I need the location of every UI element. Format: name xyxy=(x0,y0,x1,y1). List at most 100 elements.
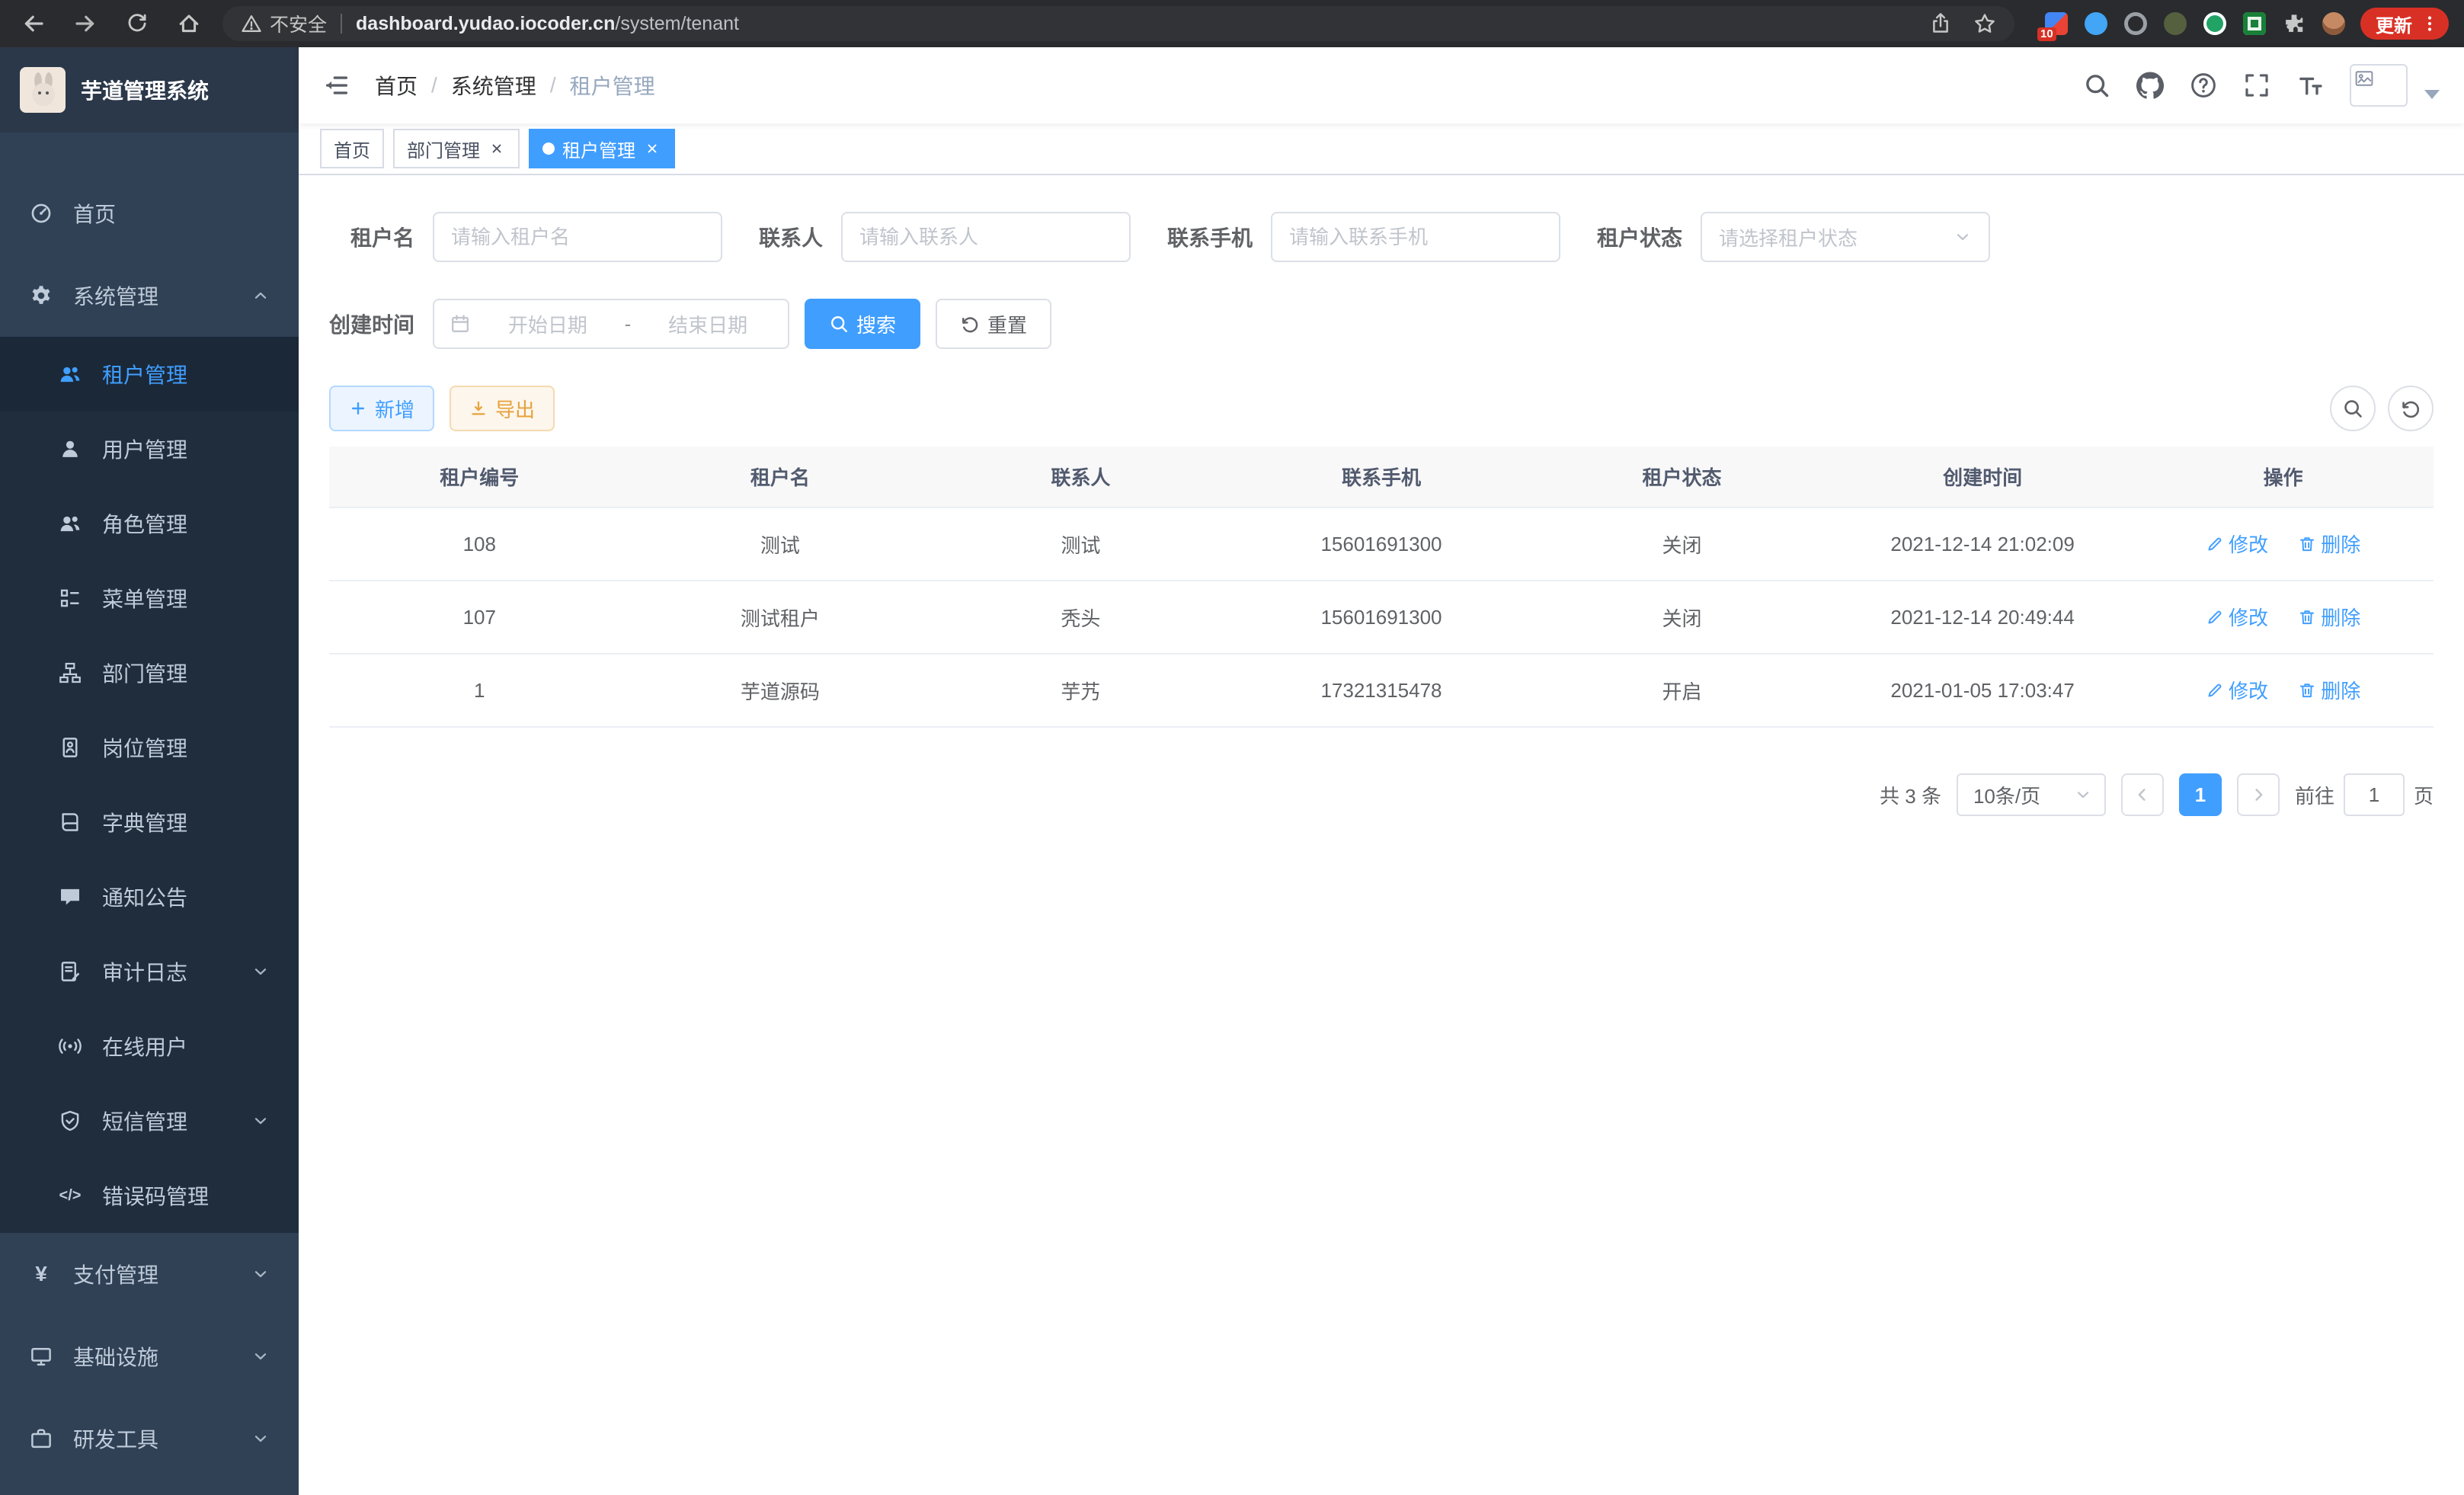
sidebar-item-label: 角色管理 xyxy=(102,508,187,539)
avatar-caret-down-icon[interactable] xyxy=(2424,90,2440,99)
delete-link[interactable]: 删除 xyxy=(2298,603,2360,631)
trash-icon xyxy=(2298,535,2316,553)
sidebar-item-dept-management[interactable]: 部门管理 xyxy=(0,635,299,710)
extension-icon-green-circle[interactable] xyxy=(2203,12,2226,35)
sidebar-item-label: 字典管理 xyxy=(102,807,187,837)
search-button[interactable]: 搜索 xyxy=(805,299,920,349)
browser-update-button[interactable]: 更新 xyxy=(2360,8,2449,40)
contact-input[interactable] xyxy=(859,226,1112,249)
search-icon xyxy=(2342,398,2363,419)
cell-phone: 17321315478 xyxy=(1231,654,1532,727)
tab-close-icon[interactable] xyxy=(643,139,661,158)
current-page-button[interactable]: 1 xyxy=(2179,773,2222,816)
extension-icon-adblock[interactable]: 10 xyxy=(2045,12,2068,35)
app-logo[interactable]: 芋道管理系统 xyxy=(0,47,299,133)
update-label: 更新 xyxy=(2376,11,2412,37)
extension-icon-ring[interactable] xyxy=(2124,12,2147,35)
next-page-button[interactable] xyxy=(2237,773,2280,816)
address-bar[interactable]: 不安全 dashboard.yudao.iocoder.cn/system/te… xyxy=(222,6,2014,41)
sidebar-item-user-management[interactable]: 用户管理 xyxy=(0,411,299,486)
filter-row-2: 创建时间 开始日期 - 结束日期 搜索 重置 xyxy=(329,299,2434,349)
page-url: dashboard.yudao.iocoder.cn/system/tenant xyxy=(356,13,739,35)
tab-label: 首页 xyxy=(334,136,370,162)
sidebar-toggle-icon[interactable] xyxy=(323,72,350,99)
cell-status: 开启 xyxy=(1531,654,1832,727)
refresh-table-button[interactable] xyxy=(2388,386,2434,431)
bookmark-star-icon[interactable] xyxy=(1973,12,1996,35)
column-header: 租户状态 xyxy=(1531,447,1832,507)
calendar-icon xyxy=(450,313,471,335)
sidebar-item-role-management[interactable]: 角色管理 xyxy=(0,486,299,561)
github-icon[interactable] xyxy=(2136,72,2164,99)
sidebar-item-payment-management[interactable]: ¥ 支付管理 xyxy=(0,1233,299,1315)
sidebar-item-menu-management[interactable]: 菜单管理 xyxy=(0,561,299,635)
tab-close-icon[interactable] xyxy=(488,139,506,158)
browser-home-button[interactable] xyxy=(171,5,207,42)
docs-question-icon[interactable] xyxy=(2190,72,2217,99)
breadcrumb-item[interactable]: 系统管理 xyxy=(451,70,536,101)
prev-page-button[interactable] xyxy=(2121,773,2164,816)
browser-back-button[interactable] xyxy=(15,5,52,42)
breadcrumb: 首页 / 系统管理 / 租户管理 xyxy=(375,70,655,101)
extension-icon-olive[interactable] xyxy=(2164,12,2187,35)
edit-icon xyxy=(2206,608,2224,626)
reset-button[interactable]: 重置 xyxy=(936,299,1051,349)
sidebar-item-label: 通知公告 xyxy=(102,882,187,912)
user-avatar[interactable] xyxy=(2350,64,2408,107)
tab-dept-management[interactable]: 部门管理 xyxy=(393,129,520,168)
phone-input[interactable] xyxy=(1289,226,1542,249)
status-select[interactable]: 请选择租户状态 xyxy=(1701,212,1990,262)
toggle-search-button[interactable] xyxy=(2330,386,2376,431)
sidebar-item-post-management[interactable]: 岗位管理 xyxy=(0,710,299,785)
column-header: 租户名 xyxy=(630,447,931,507)
sidebar-item-notice[interactable]: 通知公告 xyxy=(0,860,299,934)
sidebar-item-home[interactable]: 首页 xyxy=(0,172,299,255)
security-chip[interactable]: 不安全 xyxy=(241,10,327,37)
omnibox-divider xyxy=(341,14,342,34)
export-button[interactable]: 导出 xyxy=(450,386,555,431)
sidebar-item-tenant-management[interactable]: 租户管理 xyxy=(0,337,299,411)
sidebar-item-infrastructure[interactable]: 基础设施 xyxy=(0,1315,299,1397)
sidebar-item-system-management[interactable]: 系统管理 xyxy=(0,255,299,337)
tab-home[interactable]: 首页 xyxy=(320,129,384,168)
create-time-range-picker[interactable]: 开始日期 - 结束日期 xyxy=(433,299,789,349)
cell-contact: 芋艿 xyxy=(930,654,1231,727)
fullscreen-icon[interactable] xyxy=(2243,72,2270,99)
sidebar-item-error-code-management[interactable]: </> 错误码管理 xyxy=(0,1158,299,1233)
extensions-puzzle-icon[interactable] xyxy=(2283,12,2306,35)
sidebar-item-dict-management[interactable]: 字典管理 xyxy=(0,785,299,860)
cell-actions: 修改 删除 xyxy=(2133,507,2434,581)
edit-link[interactable]: 修改 xyxy=(2206,530,2268,558)
browser-profile-avatar[interactable] xyxy=(2322,12,2345,35)
page-size-select[interactable]: 10条/页 xyxy=(1957,773,2106,816)
breadcrumb-item[interactable]: 首页 xyxy=(375,70,418,101)
goto-page-input[interactable] xyxy=(2344,773,2405,816)
sidebar-item-sms-management[interactable]: 短信管理 xyxy=(0,1084,299,1158)
edit-link[interactable]: 修改 xyxy=(2206,676,2268,704)
edit-link[interactable]: 修改 xyxy=(2206,603,2268,631)
tenant-name-input[interactable] xyxy=(451,226,704,249)
refresh-icon xyxy=(960,314,980,334)
sidebar-item-label: 部门管理 xyxy=(102,658,187,688)
screen: 不安全 dashboard.yudao.iocoder.cn/system/te… xyxy=(0,0,2464,1495)
extension-icon-green-square[interactable] xyxy=(2243,12,2266,35)
sidebar-item-online-users[interactable]: 在线用户 xyxy=(0,1009,299,1084)
extension-icon-blue[interactable] xyxy=(2085,12,2107,35)
sidebar-item-label: 在线用户 xyxy=(102,1031,187,1061)
delete-link[interactable]: 删除 xyxy=(2298,530,2360,558)
id-badge-icon xyxy=(58,736,82,759)
table-toolbar: 新增 导出 xyxy=(329,386,2434,431)
delete-link[interactable]: 删除 xyxy=(2298,676,2360,704)
browser-reload-button[interactable] xyxy=(119,5,155,42)
tab-tenant-management[interactable]: 租户管理 xyxy=(529,129,675,168)
add-button[interactable]: 新增 xyxy=(329,386,434,431)
sidebar-item-audit-log[interactable]: 审计日志 xyxy=(0,934,299,1009)
logo-image xyxy=(20,67,66,113)
font-size-icon[interactable] xyxy=(2296,72,2324,99)
chevron-down-icon xyxy=(1954,228,1972,246)
browser-forward-button[interactable] xyxy=(67,5,104,42)
share-icon[interactable] xyxy=(1929,12,1952,35)
sidebar-item-dev-tools[interactable]: 研发工具 xyxy=(0,1397,299,1480)
header-search-icon[interactable] xyxy=(2083,72,2110,99)
dashboard-icon xyxy=(29,202,53,225)
